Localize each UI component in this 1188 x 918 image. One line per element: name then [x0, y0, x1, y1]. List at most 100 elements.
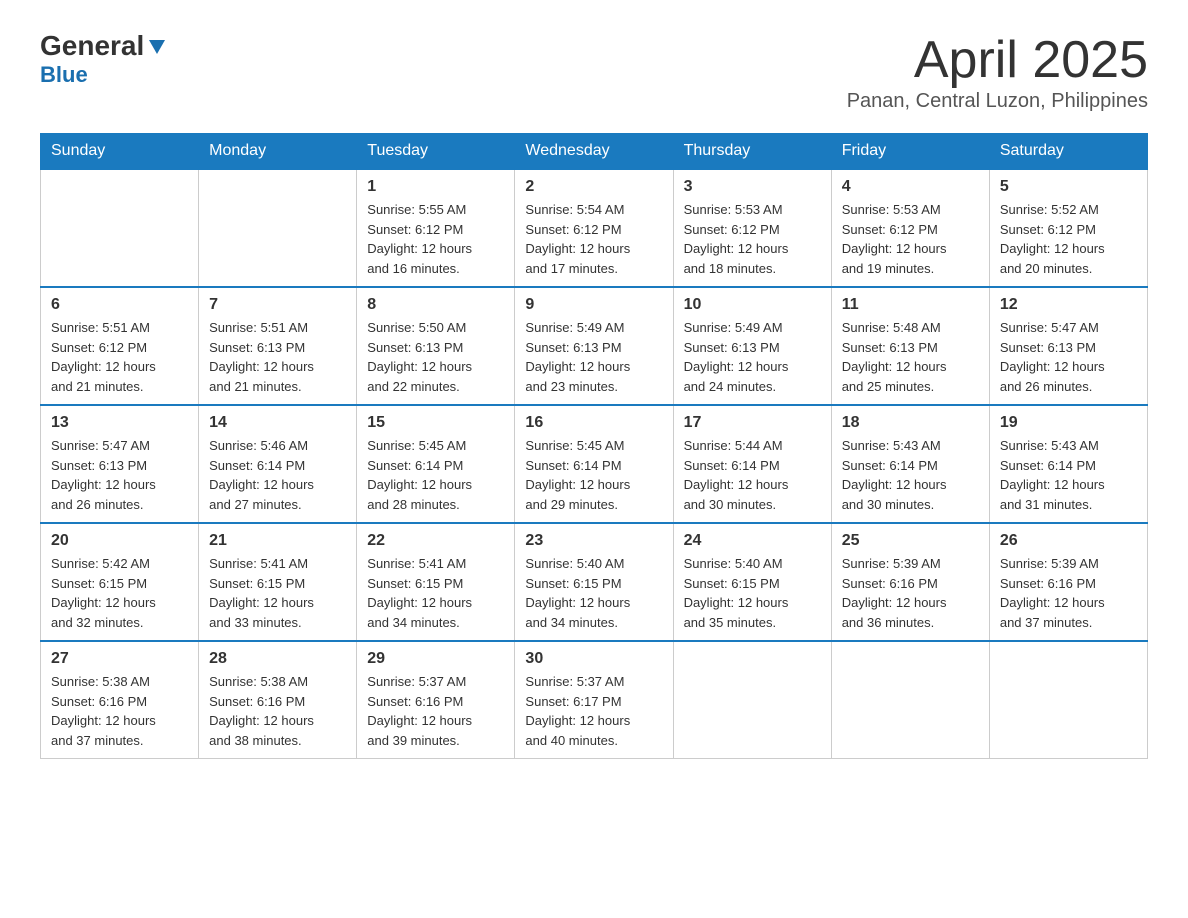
calendar-cell: 2 Sunrise: 5:54 AM Sunset: 6:12 PM Daylig…: [515, 169, 673, 287]
day-number: 1: [367, 178, 504, 196]
day-info: Sunrise: 5:41 AM Sunset: 6:15 PM Dayligh…: [209, 554, 346, 632]
day-info: Sunrise: 5:40 AM Sunset: 6:15 PM Dayligh…: [684, 554, 821, 632]
calendar-cell: 22Sunrise: 5:41 AM Sunset: 6:15 PM Dayli…: [357, 523, 515, 641]
day-info: Sunrise: 5:48 AM Sunset: 6:13 PM Dayligh…: [842, 318, 979, 396]
calendar-cell: [199, 169, 357, 287]
calendar-cell: 24 Sunrise: 5:40 AM Sunset: 6:15 PM Dayli…: [673, 523, 831, 641]
day-info: Sunrise: 5:43 AM Sunset: 6:14 PM Dayligh…: [842, 436, 979, 514]
day-info: Sunrise: 5:51 AM Sunset: 6:13 PM Dayligh…: [209, 318, 346, 396]
calendar-table: SundayMondayTuesdayWednesdayThursdayFrid…: [40, 133, 1148, 759]
day-number: 16: [525, 414, 662, 432]
day-number: 11: [842, 296, 979, 314]
calendar-cell: 14 Sunrise: 5:46 AM Sunset: 6:14 PM Dayli…: [199, 405, 357, 523]
day-number: 18: [842, 414, 979, 432]
col-header-thursday: Thursday: [673, 134, 831, 170]
day-info: Sunrise: 5:49 AM Sunset: 6:13 PM Dayligh…: [525, 318, 662, 396]
calendar-cell: 20Sunrise: 5:42 AM Sunset: 6:15 PM Dayli…: [41, 523, 199, 641]
week-row-5: 27 Sunrise: 5:38 AM Sunset: 6:16 PM Dayli…: [41, 641, 1148, 759]
col-header-friday: Friday: [831, 134, 989, 170]
calendar-cell: 27 Sunrise: 5:38 AM Sunset: 6:16 PM Dayli…: [41, 641, 199, 759]
page-header: General Blue April 2025 Panan, Central L…: [40, 30, 1148, 113]
title-area: April 2025 Panan, Central Luzon, Philipp…: [847, 30, 1148, 113]
calendar-cell: 26Sunrise: 5:39 AM Sunset: 6:16 PM Dayli…: [989, 523, 1147, 641]
day-info: Sunrise: 5:53 AM Sunset: 6:12 PM Dayligh…: [842, 200, 979, 278]
week-row-3: 13 Sunrise: 5:47 AM Sunset: 6:13 PM Dayli…: [41, 405, 1148, 523]
day-info: Sunrise: 5:55 AM Sunset: 6:12 PM Dayligh…: [367, 200, 504, 278]
logo-general-text: General: [40, 30, 144, 62]
calendar-cell: [989, 641, 1147, 759]
day-info: Sunrise: 5:46 AM Sunset: 6:14 PM Dayligh…: [209, 436, 346, 514]
calendar-cell: 6 Sunrise: 5:51 AM Sunset: 6:12 PM Daylig…: [41, 287, 199, 405]
col-header-sunday: Sunday: [41, 134, 199, 170]
calendar-cell: 19Sunrise: 5:43 AM Sunset: 6:14 PM Dayli…: [989, 405, 1147, 523]
day-info: Sunrise: 5:45 AM Sunset: 6:14 PM Dayligh…: [367, 436, 504, 514]
calendar-cell: 3 Sunrise: 5:53 AM Sunset: 6:12 PM Daylig…: [673, 169, 831, 287]
col-header-saturday: Saturday: [989, 134, 1147, 170]
day-number: 24: [684, 532, 821, 550]
day-number: 10: [684, 296, 821, 314]
calendar-cell: 4 Sunrise: 5:53 AM Sunset: 6:12 PM Daylig…: [831, 169, 989, 287]
day-number: 12: [1000, 296, 1137, 314]
day-number: 7: [209, 296, 346, 314]
day-info: Sunrise: 5:53 AM Sunset: 6:12 PM Dayligh…: [684, 200, 821, 278]
day-number: 19: [1000, 414, 1137, 432]
day-info: Sunrise: 5:37 AM Sunset: 6:17 PM Dayligh…: [525, 672, 662, 750]
day-number: 13: [51, 414, 188, 432]
calendar-cell: 1 Sunrise: 5:55 AM Sunset: 6:12 PM Daylig…: [357, 169, 515, 287]
calendar-cell: 25 Sunrise: 5:39 AM Sunset: 6:16 PM Dayli…: [831, 523, 989, 641]
day-info: Sunrise: 5:38 AM Sunset: 6:16 PM Dayligh…: [209, 672, 346, 750]
calendar-cell: 28 Sunrise: 5:38 AM Sunset: 6:16 PM Dayli…: [199, 641, 357, 759]
day-number: 25: [842, 532, 979, 550]
calendar-cell: 21 Sunrise: 5:41 AM Sunset: 6:15 PM Dayli…: [199, 523, 357, 641]
month-title: April 2025: [847, 30, 1148, 90]
week-row-1: 1 Sunrise: 5:55 AM Sunset: 6:12 PM Daylig…: [41, 169, 1148, 287]
col-header-monday: Monday: [199, 134, 357, 170]
logo: General Blue: [40, 30, 168, 88]
calendar-cell: [41, 169, 199, 287]
day-info: Sunrise: 5:39 AM Sunset: 6:16 PM Dayligh…: [842, 554, 979, 632]
day-number: 23: [525, 532, 662, 550]
week-row-2: 6 Sunrise: 5:51 AM Sunset: 6:12 PM Daylig…: [41, 287, 1148, 405]
day-number: 29: [367, 650, 504, 668]
calendar-cell: 11 Sunrise: 5:48 AM Sunset: 6:13 PM Dayli…: [831, 287, 989, 405]
day-info: Sunrise: 5:39 AM Sunset: 6:16 PM Dayligh…: [1000, 554, 1137, 632]
col-header-wednesday: Wednesday: [515, 134, 673, 170]
day-number: 6: [51, 296, 188, 314]
calendar-cell: 8 Sunrise: 5:50 AM Sunset: 6:13 PM Daylig…: [357, 287, 515, 405]
day-number: 28: [209, 650, 346, 668]
day-number: 5: [1000, 178, 1137, 196]
calendar-header-row: SundayMondayTuesdayWednesdayThursdayFrid…: [41, 134, 1148, 170]
calendar-cell: 5Sunrise: 5:52 AM Sunset: 6:12 PM Daylig…: [989, 169, 1147, 287]
day-number: 2: [525, 178, 662, 196]
day-number: 21: [209, 532, 346, 550]
calendar-cell: 16 Sunrise: 5:45 AM Sunset: 6:14 PM Dayli…: [515, 405, 673, 523]
calendar-cell: 15Sunrise: 5:45 AM Sunset: 6:14 PM Dayli…: [357, 405, 515, 523]
day-info: Sunrise: 5:45 AM Sunset: 6:14 PM Dayligh…: [525, 436, 662, 514]
day-info: Sunrise: 5:47 AM Sunset: 6:13 PM Dayligh…: [51, 436, 188, 514]
day-number: 9: [525, 296, 662, 314]
day-number: 17: [684, 414, 821, 432]
calendar-cell: 9 Sunrise: 5:49 AM Sunset: 6:13 PM Daylig…: [515, 287, 673, 405]
day-info: Sunrise: 5:49 AM Sunset: 6:13 PM Dayligh…: [684, 318, 821, 396]
logo-blue-text: Blue: [40, 62, 88, 87]
col-header-tuesday: Tuesday: [357, 134, 515, 170]
day-info: Sunrise: 5:38 AM Sunset: 6:16 PM Dayligh…: [51, 672, 188, 750]
day-number: 3: [684, 178, 821, 196]
day-number: 20: [51, 532, 188, 550]
day-number: 27: [51, 650, 188, 668]
day-number: 22: [367, 532, 504, 550]
week-row-4: 20Sunrise: 5:42 AM Sunset: 6:15 PM Dayli…: [41, 523, 1148, 641]
calendar-cell: 7 Sunrise: 5:51 AM Sunset: 6:13 PM Daylig…: [199, 287, 357, 405]
day-info: Sunrise: 5:51 AM Sunset: 6:12 PM Dayligh…: [51, 318, 188, 396]
day-info: Sunrise: 5:54 AM Sunset: 6:12 PM Dayligh…: [525, 200, 662, 278]
calendar-cell: 17Sunrise: 5:44 AM Sunset: 6:14 PM Dayli…: [673, 405, 831, 523]
day-number: 30: [525, 650, 662, 668]
day-number: 4: [842, 178, 979, 196]
day-info: Sunrise: 5:50 AM Sunset: 6:13 PM Dayligh…: [367, 318, 504, 396]
calendar-cell: [831, 641, 989, 759]
day-info: Sunrise: 5:40 AM Sunset: 6:15 PM Dayligh…: [525, 554, 662, 632]
day-number: 14: [209, 414, 346, 432]
day-number: 8: [367, 296, 504, 314]
calendar-cell: 12Sunrise: 5:47 AM Sunset: 6:13 PM Dayli…: [989, 287, 1147, 405]
calendar-cell: [673, 641, 831, 759]
